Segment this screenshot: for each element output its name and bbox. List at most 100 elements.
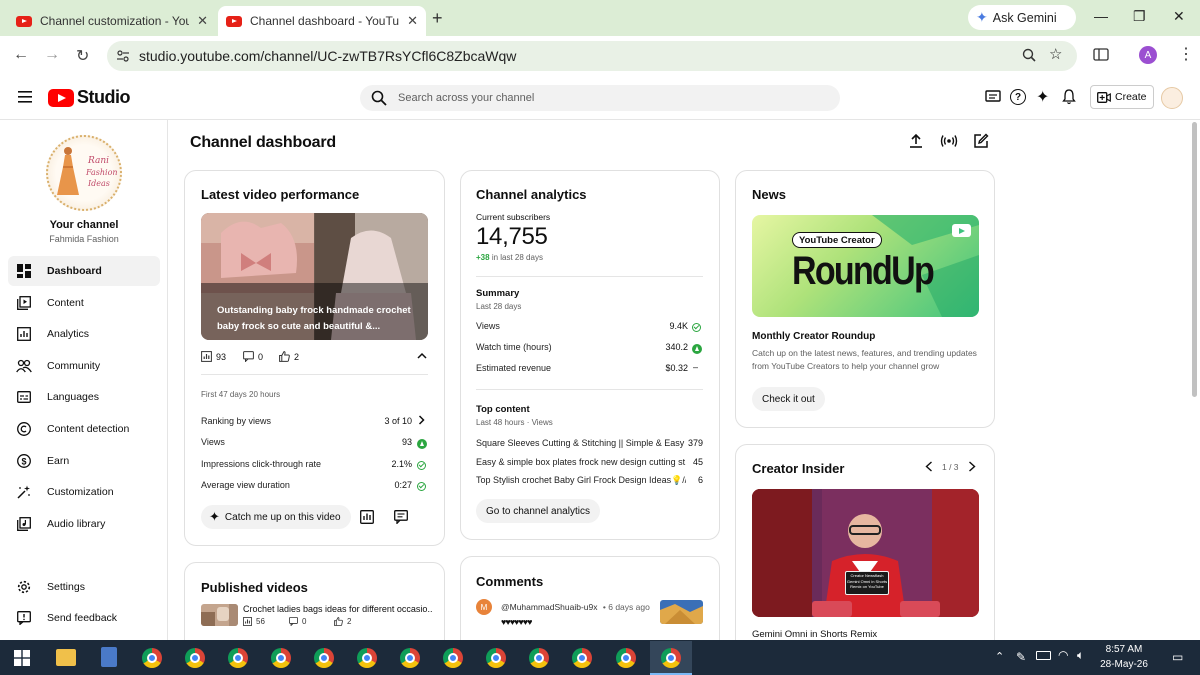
close-tab-icon[interactable]: ✕ (197, 13, 208, 29)
chrome-profile-icon[interactable] (443, 648, 463, 668)
wifi-icon[interactable]: ◠ (1058, 648, 1068, 662)
chrome-profile-icon[interactable] (185, 648, 205, 668)
next-chevron-icon[interactable] (968, 461, 976, 472)
file-explorer-icon[interactable] (56, 649, 76, 666)
sidebar-item-community[interactable]: Community (8, 351, 160, 381)
comment-video-thumbnail[interactable] (660, 600, 703, 624)
chrome-profile-icon[interactable] (529, 648, 549, 668)
battery-icon[interactable] (1036, 651, 1051, 660)
notifications-bell-icon[interactable] (1062, 89, 1076, 105)
sidebar-item-dashboard[interactable]: Dashboard (8, 256, 160, 286)
zoom-icon[interactable] (1022, 48, 1036, 62)
collapse-chevron-up-icon[interactable] (417, 352, 427, 359)
top-content-item[interactable]: Easy & simple box plates frock new desig… (476, 457, 686, 467)
content-icon (16, 295, 32, 311)
sidebar-item-settings[interactable]: Settings (8, 572, 160, 602)
pen-icon[interactable]: ✎ (1016, 650, 1026, 664)
restore-icon[interactable]: ❐ (1133, 8, 1146, 25)
sidebar-item-audio-library[interactable]: Audio library (8, 509, 160, 539)
ranking-chevron-right-icon[interactable] (418, 415, 425, 425)
channel-logo[interactable]: Rani Fashion Ideas (46, 135, 122, 211)
close-tab-icon[interactable]: ✕ (407, 13, 418, 29)
windows-start-icon[interactable] (14, 650, 30, 666)
creator-insider-video-title[interactable]: Gemini Omni in Shorts Remix (752, 629, 877, 640)
url-input[interactable]: studio.youtube.com/channel/UC-zwTB7RsYCf… (107, 41, 1077, 71)
sidebar-item-content[interactable]: Content (8, 288, 160, 318)
channel-search-input[interactable]: Search across your channel (360, 85, 840, 111)
tray-chevron-up-icon[interactable]: ⌃ (995, 650, 1004, 663)
commenter-avatar[interactable]: M (476, 599, 492, 615)
news-item-title[interactable]: Monthly Creator Roundup (752, 331, 875, 342)
comment-text: ♥♥♥♥♥♥♥ (501, 617, 532, 627)
tab-title: Channel dashboard - YouTube Studio (250, 14, 400, 28)
upload-icon[interactable] (908, 133, 924, 149)
top-content-item[interactable]: Top Stylish crochet Baby Girl Frock Desi… (476, 475, 686, 486)
ask-gemini-button[interactable]: ✦ Ask Gemini (968, 5, 1076, 30)
go-live-icon[interactable] (940, 133, 958, 149)
help-icon[interactable]: ? (1010, 89, 1026, 105)
new-tab-icon[interactable]: + (432, 8, 443, 29)
site-info-icon[interactable] (116, 49, 130, 63)
chrome-profile-icon[interactable] (228, 648, 248, 668)
chrome-active-icon[interactable] (661, 648, 681, 668)
browser-tab-customization[interactable]: Channel customization - YouTube ✕ (8, 6, 216, 36)
volume-icon[interactable]: 🔈︎ (1077, 648, 1084, 663)
browser-tab-dashboard[interactable]: Channel dashboard - YouTube Studio ✕ (218, 6, 426, 36)
create-post-icon[interactable] (973, 133, 989, 149)
taskbar-date[interactable]: 28-May-26 (1098, 659, 1150, 670)
back-icon[interactable]: ← (13, 46, 29, 64)
chrome-profile-icon[interactable] (486, 648, 506, 668)
hamburger-menu-icon[interactable] (18, 91, 32, 103)
sidebar-item-label: Community (47, 360, 101, 372)
latest-likes-stat: 2 (279, 351, 299, 362)
chrome-profile-icon[interactable] (314, 648, 334, 668)
bookmark-star-icon[interactable]: ☆ (1049, 45, 1062, 63)
taskbar-time[interactable]: 8:57 AM (1098, 644, 1150, 655)
sidebar-item-customization[interactable]: Customization (8, 477, 160, 507)
chrome-profile-icon[interactable] (572, 648, 592, 668)
profile-avatar[interactable]: A (1139, 46, 1157, 64)
calculator-icon[interactable] (101, 647, 117, 667)
summary-heading: Summary (476, 288, 520, 299)
gemini-spark-icon[interactable]: ✦ (1036, 87, 1049, 107)
video-comments-icon[interactable] (392, 508, 410, 526)
notification-center-icon[interactable]: ▭ (1172, 650, 1183, 664)
sidebar-item-send-feedback[interactable]: Send feedback (8, 603, 160, 633)
sidebar-item-earn[interactable]: $ Earn (8, 446, 160, 476)
previous-chevron-icon[interactable] (925, 461, 933, 472)
comment-author[interactable]: @MuhammadShuaib-u9x (501, 602, 598, 612)
sidebar-item-analytics[interactable]: Analytics (8, 319, 160, 349)
your-channel-label: Your channel (49, 219, 119, 231)
minimize-icon[interactable]: — (1094, 8, 1108, 24)
news-banner[interactable]: YouTube Creator RoundUp (752, 215, 979, 317)
check-it-out-button[interactable]: Check it out (752, 387, 825, 411)
forward-icon[interactable]: → (44, 46, 60, 64)
video-analytics-icon[interactable] (358, 508, 376, 526)
close-window-icon[interactable]: ✕ (1173, 8, 1185, 25)
chrome-profile-icon[interactable] (400, 648, 420, 668)
published-video-thumbnail[interactable] (201, 604, 238, 626)
page-scrollbar[interactable] (1192, 122, 1197, 397)
reading-mode-icon[interactable] (1093, 48, 1109, 62)
messages-icon[interactable] (985, 90, 1001, 105)
reload-icon[interactable]: ↻ (76, 46, 89, 66)
chrome-profile-icon[interactable] (357, 648, 377, 668)
sidebar-item-languages[interactable]: Languages (8, 382, 160, 412)
create-button[interactable]: Create (1090, 85, 1154, 109)
chrome-profile-icon[interactable] (616, 648, 636, 668)
views-row-value: 93 (401, 437, 412, 447)
chrome-profile-icon[interactable] (271, 648, 291, 668)
latest-video-thumbnail[interactable]: Outstanding baby frock handmade crochet … (201, 213, 428, 340)
browser-menu-icon[interactable]: ⋮ (1178, 44, 1194, 64)
comment-icon (289, 617, 298, 626)
top-content-item[interactable]: Square Sleeves Cutting & Stitching || Si… (476, 438, 686, 448)
published-video-title[interactable]: Crochet ladies bags ideas for different … (243, 604, 433, 614)
sidebar-item-content-detection[interactable]: Content detection (8, 414, 160, 444)
creator-insider-thumbnail[interactable]: Creator Newsflash Gemini Omni in Shorts … (752, 489, 979, 617)
account-avatar[interactable] (1161, 87, 1183, 109)
studio-logo[interactable]: Studio (48, 87, 131, 108)
go-to-analytics-button[interactable]: Go to channel analytics (476, 499, 600, 523)
chrome-icon[interactable] (142, 648, 162, 668)
channel-name: Fahmida Fashion (49, 234, 119, 244)
catch-me-up-button[interactable]: ✦ Catch me up on this video (201, 505, 351, 529)
